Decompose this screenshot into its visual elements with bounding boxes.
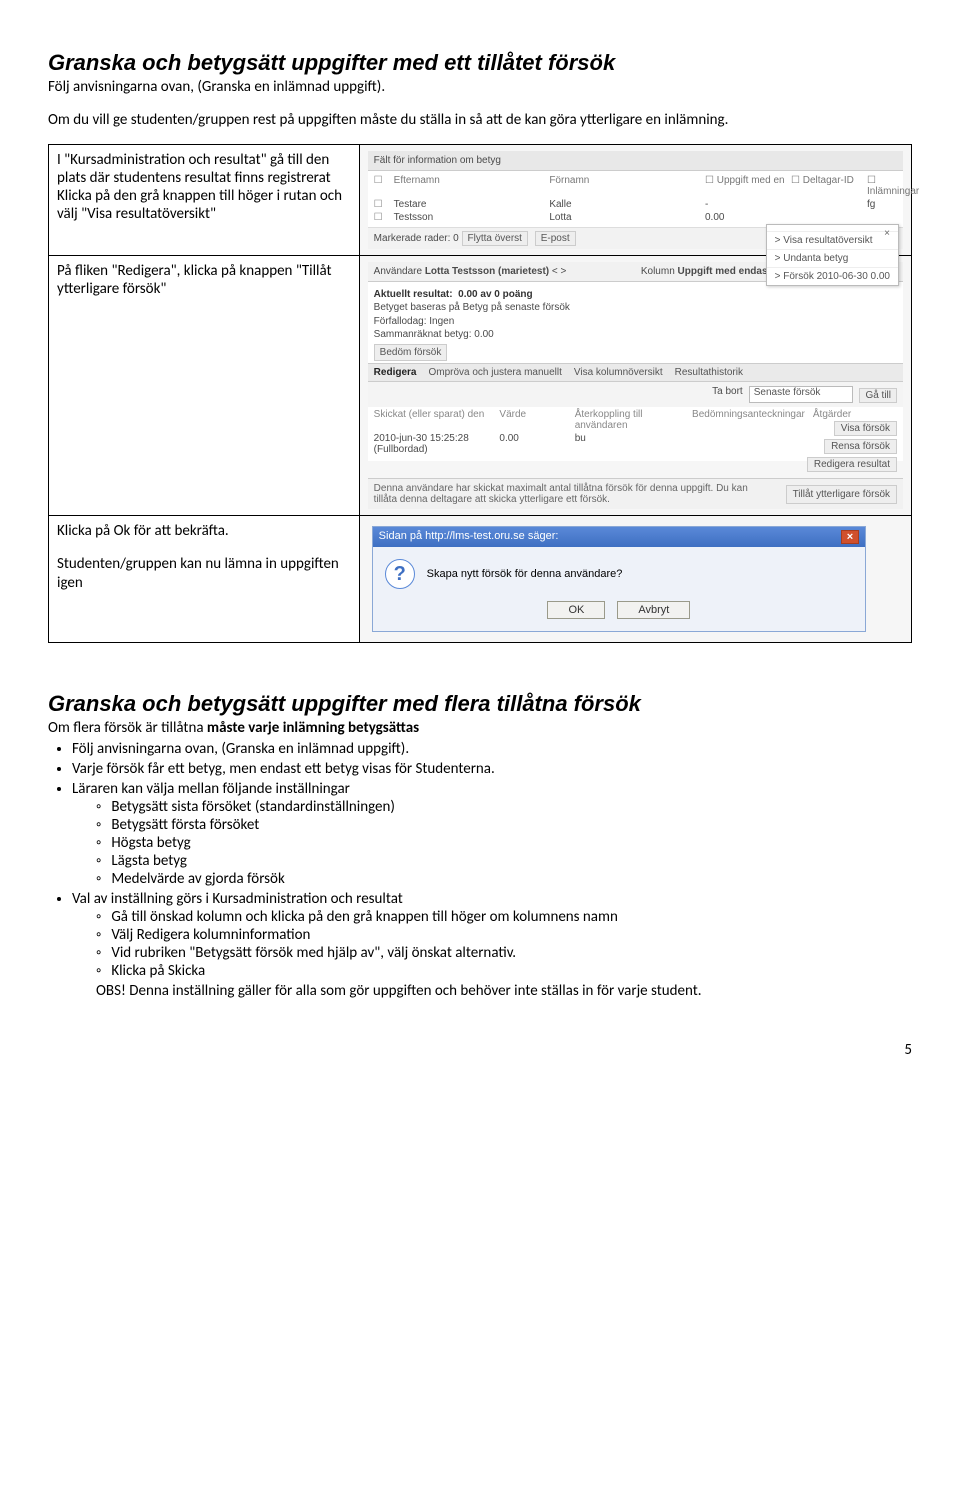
remove-label: Ta bort [712,386,743,403]
grade-attempt-button[interactable]: Bedöm försök [374,344,448,362]
col-participant-id[interactable]: Deltagar-ID [803,175,854,186]
edit-result-button[interactable]: Redigera resultat [807,457,897,472]
bullet-1: Följ anvisningarna ovan, (Granska en inl… [72,740,912,758]
bullet-3: Läraren kan välja mellan följande instäl… [72,780,912,888]
go-button[interactable]: Gå till [859,388,897,403]
th-notes: Bedömningsanteckningar [692,409,805,431]
col-lastname[interactable]: Efternamn [394,175,544,197]
current-result-label: Aktuellt resultat: [374,289,453,300]
td-sent: 2010-jun-30 15:25:28 (Fullbordad) [374,433,492,455]
screenshot-result-detail: Användare Lotta Testsson (marietest) < >… [368,262,903,510]
allow-more-attempts-button[interactable]: Tillåt ytterligare försök [786,485,897,504]
close-icon[interactable]: × [841,530,859,544]
cell-lastname-1: Testare [394,199,544,210]
tab-column-overview[interactable]: Visa kolumnöversikt [574,367,663,378]
bullet-4: Val av inställning görs i Kursadministra… [72,890,912,980]
user-value: Lotta Testsson (marietest) [425,266,549,277]
section2-heading: Granska och betygsätt uppgifter med fler… [48,691,912,717]
td-value: 0.00 [499,433,566,455]
grid-toolbar: Markerade rader: 0 Flytta överst E-post … [368,227,903,249]
menu-view-result[interactable]: > Visa resultatöversikt [767,232,898,250]
th-value: Värde [499,409,566,431]
bullet-4-1: Gå till önskad kolumn och klicka på den … [96,908,912,926]
obs-note: OBS! Denna inställning gäller för alla s… [96,982,912,1001]
clear-attempt-button[interactable]: Rensa försök [824,439,897,454]
cell-id-1 [791,199,861,210]
section2-list: Följ anvisningarna ovan, (Granska en inl… [72,740,912,980]
td-feedback: bu [575,433,684,455]
bullet-4-3: Vid rubriken "Betygsätt försök med hjälp… [96,944,912,962]
tab-history[interactable]: Resultathistorik [675,367,743,378]
total-line: Sammanräknat betyg: 0.00 [374,329,494,340]
section1-p1: Följ anvisningarna ovan, (Granska en inl… [48,78,912,97]
lead-part-b: måste varje inlämning betygsättas [207,719,419,737]
step2-text: På fliken "Redigera", klicka på knappen … [49,255,360,516]
step3a-text: Klicka på Ok för att bekräfta. [57,522,351,541]
section1-p2: Om du vill ge studenten/gruppen rest på … [48,111,912,130]
email-button[interactable]: E-post [535,231,576,246]
info-field-label: Fält för information om betyg [368,151,903,171]
context-menu: × > Visa resultatöversikt > Undanta bety… [766,224,899,286]
basis-line: Betyget baseras på Betyg på senaste förs… [374,302,570,313]
col-firstname[interactable]: Förnamn [549,175,699,197]
cancel-button[interactable]: Avbryt [617,601,690,619]
step1-text: I "Kursadministration och resultat" gå t… [49,144,360,255]
menu-exclude-grade[interactable]: > Undanta betyg [767,250,898,268]
marked-rows-label: Markerade rader: 0 [374,233,459,244]
cell-firstname-2: Lotta [549,212,699,223]
grade-grid: ☐ Efternamn Förnamn ☐ Uppgift med en ☐ D… [368,171,903,227]
menu-attempt[interactable]: > Försök 2010-06-30 0.00 [767,268,898,285]
col-task[interactable]: Uppgift med en [717,175,785,186]
tab-edit[interactable]: Redigera [374,367,417,378]
col-submissions[interactable]: Inlämningar [867,186,919,197]
confirm-dialog: Sidan på http://lms-test.oru.se säger: ×… [372,526,867,632]
bullet-3-1: Betygsätt sista försöket (standardinstäl… [96,798,912,816]
user-nav[interactable]: < > [552,266,566,277]
max-attempts-note: Denna användare har skickat maximalt ant… [374,483,774,505]
due-line: Förfallodag: Ingen [374,316,455,327]
step3b-text: Studenten/gruppen kan nu lämna in uppgif… [57,555,351,593]
cell-sub-2 [867,212,897,223]
bullet-2: Varje försök får ett betyg, men endast e… [72,760,912,778]
bullet-3-4: Lägsta betyg [96,852,912,870]
column-label: Kolumn [641,266,675,277]
move-top-button[interactable]: Flytta överst [462,231,528,246]
question-icon: ? [385,559,415,589]
cell-firstname-1: Kalle [549,199,699,210]
th-sent: Skickat (eller sparat) den [374,409,492,431]
close-icon[interactable]: × [884,228,890,239]
cell-value-2: 0.00 [705,212,785,223]
cell-lastname-2: Testsson [394,212,544,223]
tab-adjust[interactable]: Ompröva och justera manuellt [428,367,561,378]
current-result-value: 0.00 av 0 poäng [458,289,532,300]
latest-attempt-select[interactable]: Senaste försök [749,386,854,403]
user-label: Användare [374,266,422,277]
screenshot-grade-grid: Fält för information om betyg ☐ Efternam… [368,151,903,249]
bullet-4-4: Klicka på Skicka [96,962,912,980]
section1-heading: Granska och betygsätt uppgifter med ett … [48,50,912,76]
bullet-3-5: Medelvärde av gjorda försök [96,870,912,888]
cell-sub-1: fg [867,199,897,210]
bullet-4-2: Välj Redigera kolumninformation [96,926,912,944]
section2-lead: Om flera försök är tillåtna måste varje … [48,719,912,738]
bullet-3-2: Betygsätt första försöket [96,816,912,834]
bullet-3-3: Högsta betyg [96,834,912,852]
steps-table: I "Kursadministration och resultat" gå t… [48,144,912,644]
cell-value-1: - [705,199,785,210]
th-feedback: Återkoppling till användaren [575,409,684,431]
dialog-title: Sidan på http://lms-test.oru.se säger: [379,530,559,544]
cell-id-2 [791,212,861,223]
view-attempt-button[interactable]: Visa försök [834,421,897,436]
dialog-message: Skapa nytt försök för denna användare? [427,568,623,580]
ok-button[interactable]: OK [547,601,605,619]
lead-part-a: Om flera försök är tillåtna [48,719,207,737]
page-number: 5 [48,1041,912,1059]
